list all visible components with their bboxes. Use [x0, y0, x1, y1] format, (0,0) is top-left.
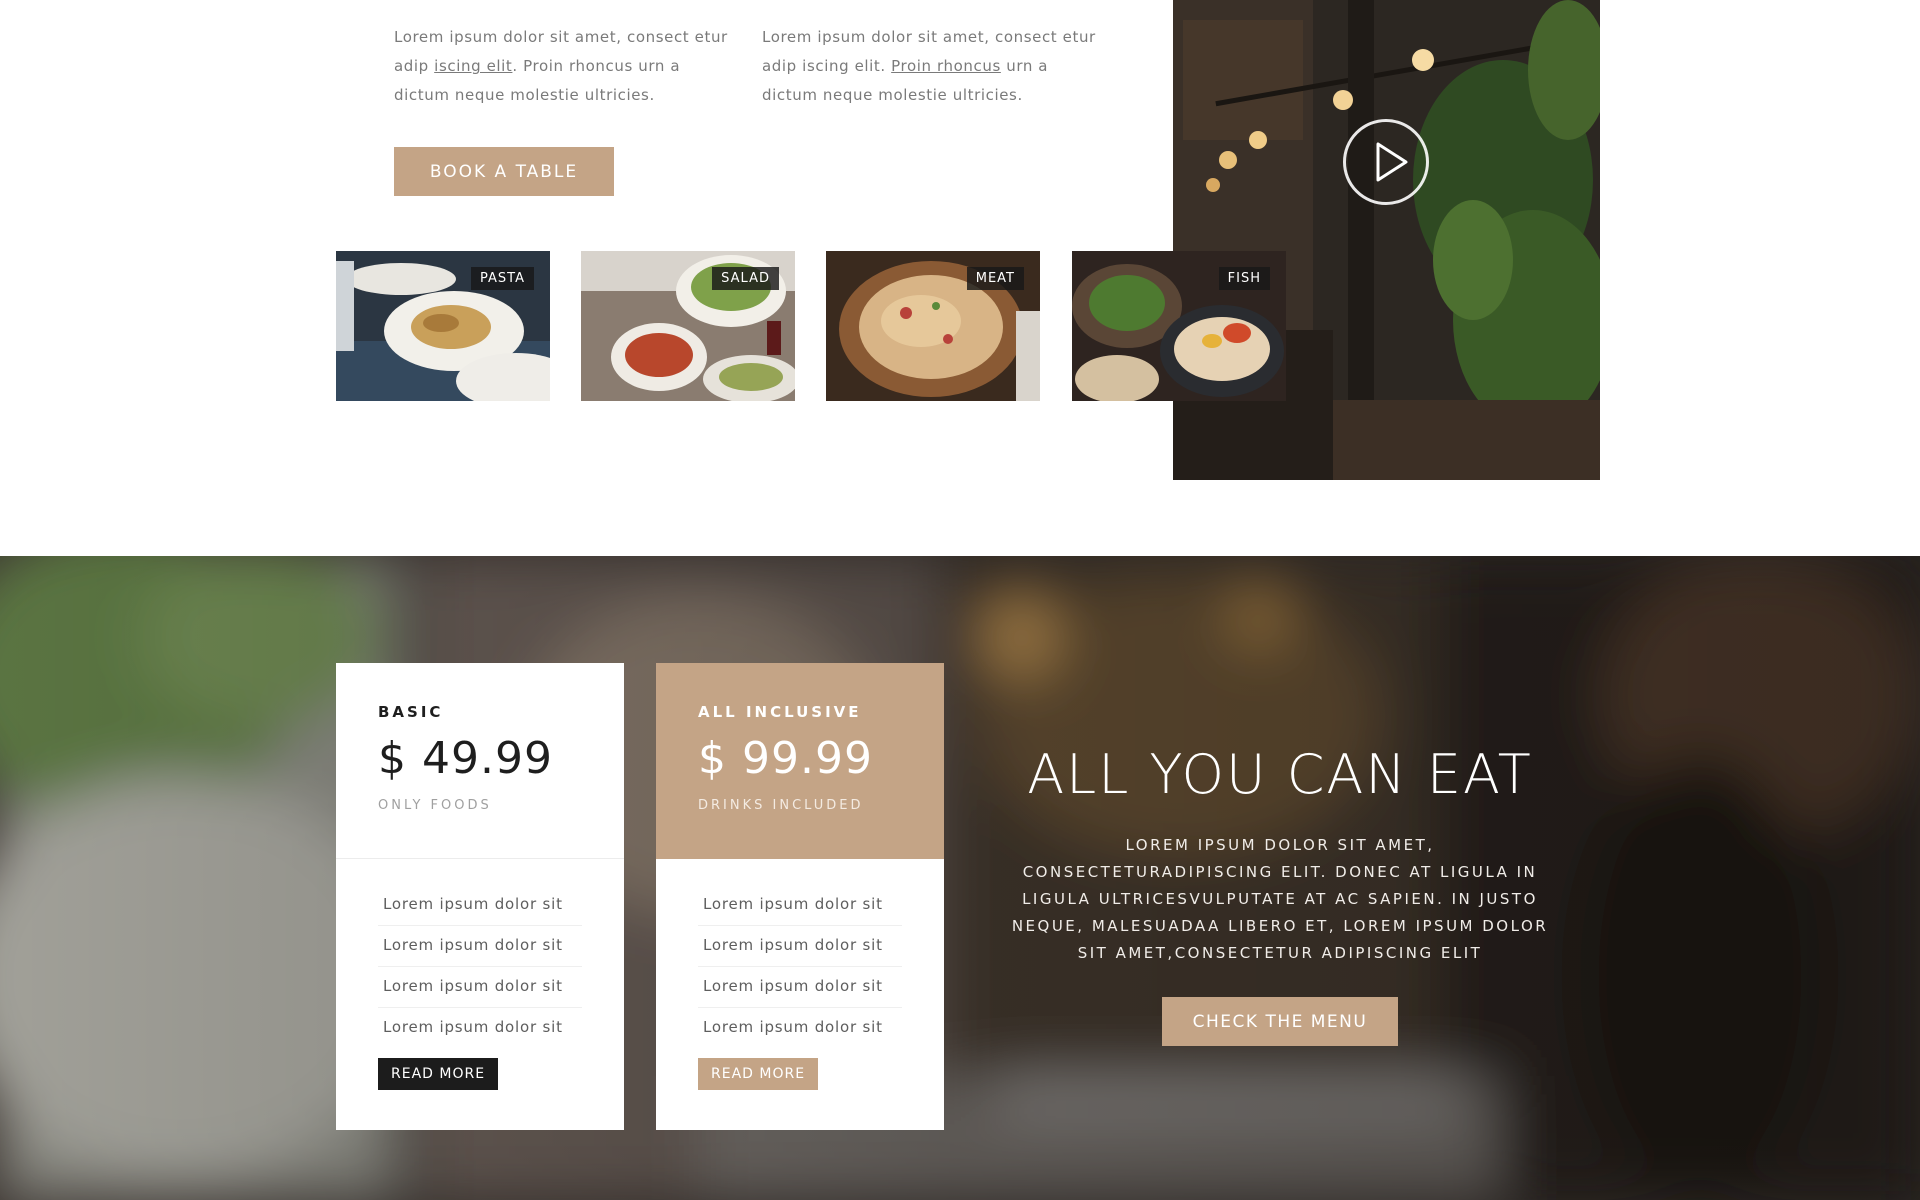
- pricing-card-all-inclusive: ALL INCLUSIVE $ 99.99 DRINKS INCLUDED Lo…: [656, 663, 944, 1130]
- category-label: FISH: [1218, 267, 1270, 290]
- restaurant-video[interactable]: [1173, 0, 1600, 480]
- category-label: PASTA: [471, 267, 534, 290]
- pricing-section: BASIC $ 49.99 ONLY FOODS Lorem ipsum dol…: [0, 556, 1920, 1200]
- feature-item: Lorem ipsum dolor sit: [698, 967, 902, 1008]
- plan-note: DRINKS INCLUDED: [698, 798, 864, 813]
- feature-item: Lorem ipsum dolor sit: [378, 926, 582, 967]
- check-menu-button[interactable]: CHECK THE MENU: [1162, 997, 1398, 1046]
- category-card-pasta[interactable]: PASTA: [336, 251, 550, 401]
- plan-name: BASIC: [378, 703, 444, 721]
- category-card-meat[interactable]: MEAT: [826, 251, 1040, 401]
- book-table-button[interactable]: BOOK A TABLE: [394, 147, 614, 196]
- category-card-salad[interactable]: SALAD: [581, 251, 795, 401]
- feature-item: Lorem ipsum dolor sit: [703, 1018, 883, 1036]
- pricing-card-basic: BASIC $ 49.99 ONLY FOODS Lorem ipsum dol…: [336, 663, 624, 1130]
- feature-item: Lorem ipsum dolor sit: [698, 926, 902, 967]
- plan-price: $ 99.99: [698, 733, 873, 784]
- plan-note: ONLY FOODS: [378, 798, 492, 813]
- promo-text: LOREM IPSUM DOLOR SIT AMET, CONSECTETURA…: [1011, 836, 1549, 962]
- play-button[interactable]: [1343, 119, 1429, 205]
- read-more-button[interactable]: READ MORE: [378, 1058, 499, 1090]
- dining-background-photo: [0, 556, 1920, 1200]
- plan-price: $ 49.99: [378, 733, 553, 784]
- restaurant-photo: [1173, 0, 1600, 480]
- category-label: MEAT: [966, 267, 1024, 290]
- read-more-button[interactable]: READ MORE: [698, 1058, 819, 1090]
- feature-item: Lorem ipsum dolor sit: [378, 967, 582, 1008]
- category-label: SALAD: [712, 267, 779, 290]
- play-icon: [1376, 142, 1408, 182]
- feature-item: Lorem ipsum dolor sit: [698, 885, 902, 926]
- pricing-card-header: BASIC $ 49.99 ONLY FOODS: [336, 663, 624, 859]
- feature-item: Lorem ipsum dolor sit: [383, 1018, 563, 1036]
- about-section: Lorem ipsum dolor sit amet, consect etur…: [0, 0, 1920, 556]
- pricing-card-header: ALL INCLUSIVE $ 99.99 DRINKS INCLUDED: [656, 663, 944, 859]
- intro-text-2: Lorem ipsum dolor sit amet, consect etur…: [762, 28, 1096, 104]
- feature-list: Lorem ipsum dolor sit Lorem ipsum dolor …: [656, 859, 944, 1049]
- promo-title: ALL YOU CAN EAT: [1027, 743, 1533, 806]
- intro-text-1: Lorem ipsum dolor sit amet, consect etur…: [394, 28, 728, 104]
- feature-item: Lorem ipsum dolor sit: [378, 885, 582, 926]
- intro-link-1[interactable]: iscing elit: [434, 57, 512, 75]
- plan-name: ALL INCLUSIVE: [698, 703, 862, 721]
- category-card-fish[interactable]: FISH: [1072, 251, 1286, 401]
- intro-link-2[interactable]: Proin rhoncus: [891, 57, 1001, 75]
- feature-list: Lorem ipsum dolor sit Lorem ipsum dolor …: [336, 859, 624, 1049]
